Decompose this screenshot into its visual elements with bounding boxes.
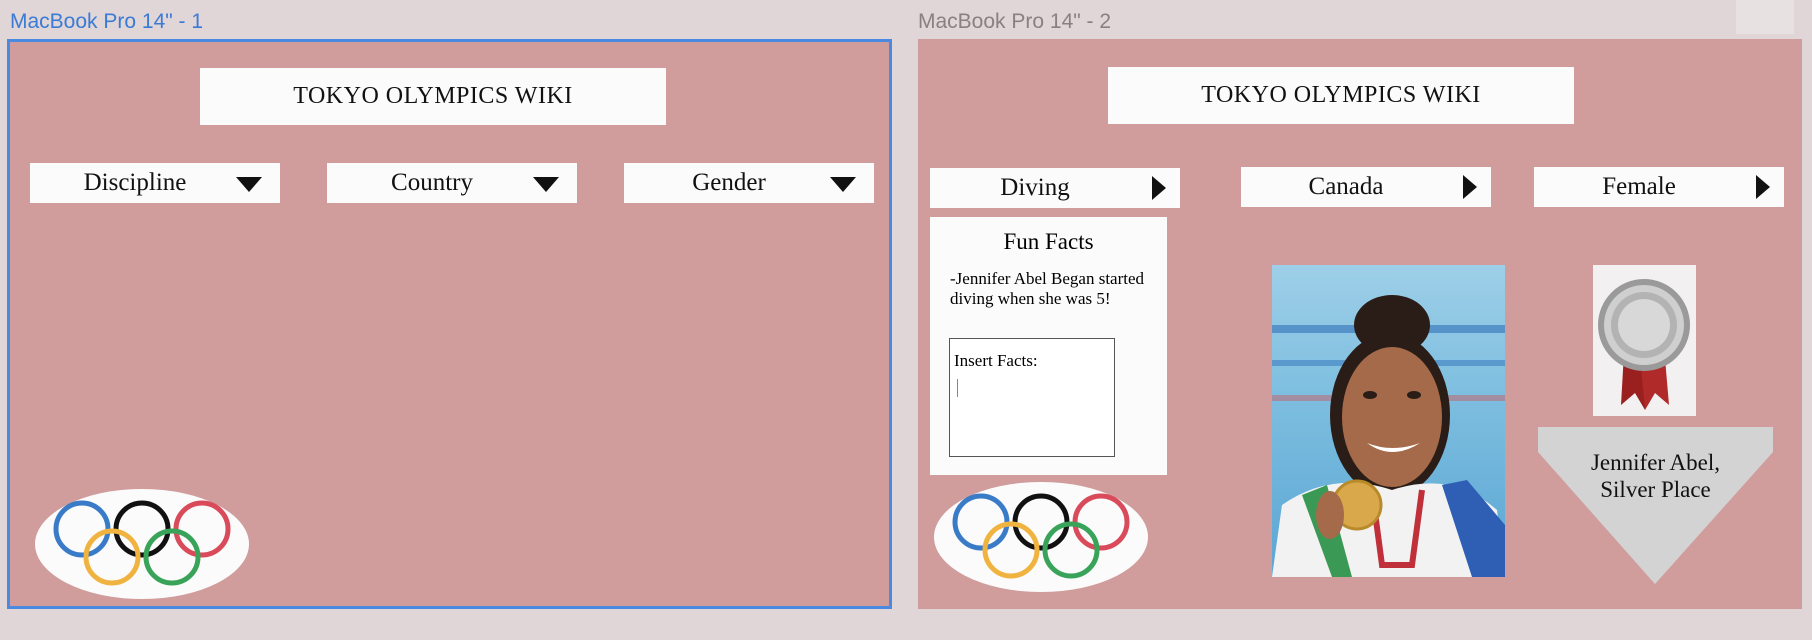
frame-2[interactable]: TOKYO OLYMPICS WIKI Diving Canada Female… bbox=[918, 39, 1802, 609]
gender-dropdown[interactable]: Female bbox=[1534, 167, 1784, 207]
athlete-photo bbox=[1272, 265, 1505, 577]
triangle-right-icon[interactable] bbox=[1152, 176, 1166, 200]
caption-line-2: Silver Place bbox=[1600, 477, 1711, 502]
dropdown-label: Canada bbox=[1308, 173, 1384, 200]
fun-facts-card: Fun Facts -Jennifer Abel Began started d… bbox=[930, 217, 1167, 475]
olympic-rings-logo bbox=[35, 489, 249, 599]
frame-1[interactable]: TOKYO OLYMPICS WIKI Discipline Country G… bbox=[7, 39, 892, 609]
frame-2-label[interactable]: MacBook Pro 14" - 2 bbox=[918, 10, 1111, 34]
fun-facts-text: -Jennifer Abel Began started diving when… bbox=[950, 269, 1145, 308]
insert-facts-input[interactable]: Insert Facts: bbox=[949, 338, 1115, 457]
olympic-rings-logo bbox=[934, 482, 1148, 592]
olympic-rings-icon bbox=[53, 500, 231, 586]
page-title: TOKYO OLYMPICS WIKI bbox=[200, 68, 666, 125]
triangle-right-icon[interactable] bbox=[1756, 175, 1770, 199]
dropdown-label: Diving bbox=[1000, 174, 1070, 201]
discipline-dropdown[interactable]: Diving bbox=[930, 168, 1180, 208]
dropdown-label: Country bbox=[391, 169, 473, 196]
triangle-down-icon[interactable] bbox=[830, 177, 856, 192]
gender-dropdown[interactable]: Gender bbox=[624, 163, 874, 203]
country-dropdown[interactable]: Country bbox=[327, 163, 577, 203]
triangle-down-icon[interactable] bbox=[533, 177, 559, 192]
dropdown-label: Gender bbox=[692, 169, 766, 196]
frame-1-label[interactable]: MacBook Pro 14" - 1 bbox=[10, 10, 203, 34]
insert-facts-label: Insert Facts: bbox=[954, 351, 1038, 370]
page-title: TOKYO OLYMPICS WIKI bbox=[1108, 67, 1574, 124]
silver-medal-image bbox=[1593, 265, 1696, 416]
dropdown-label: Discipline bbox=[83, 169, 187, 196]
triangle-down-icon[interactable] bbox=[236, 177, 262, 192]
fun-facts-title: Fun Facts bbox=[1003, 229, 1094, 254]
olympic-rings-icon bbox=[952, 493, 1130, 579]
discipline-dropdown[interactable]: Discipline bbox=[30, 163, 280, 203]
country-dropdown[interactable]: Canada bbox=[1241, 167, 1491, 207]
text-caret bbox=[957, 379, 958, 397]
triangle-right-icon[interactable] bbox=[1463, 175, 1477, 199]
caption-line-1: Jennifer Abel, bbox=[1590, 450, 1720, 475]
dropdown-label: Female bbox=[1602, 173, 1676, 200]
canvas-corner-element bbox=[1736, 0, 1794, 34]
medal-caption: Jennifer Abel, Silver Place bbox=[1538, 449, 1773, 503]
silver-medal-icon bbox=[1598, 279, 1690, 410]
